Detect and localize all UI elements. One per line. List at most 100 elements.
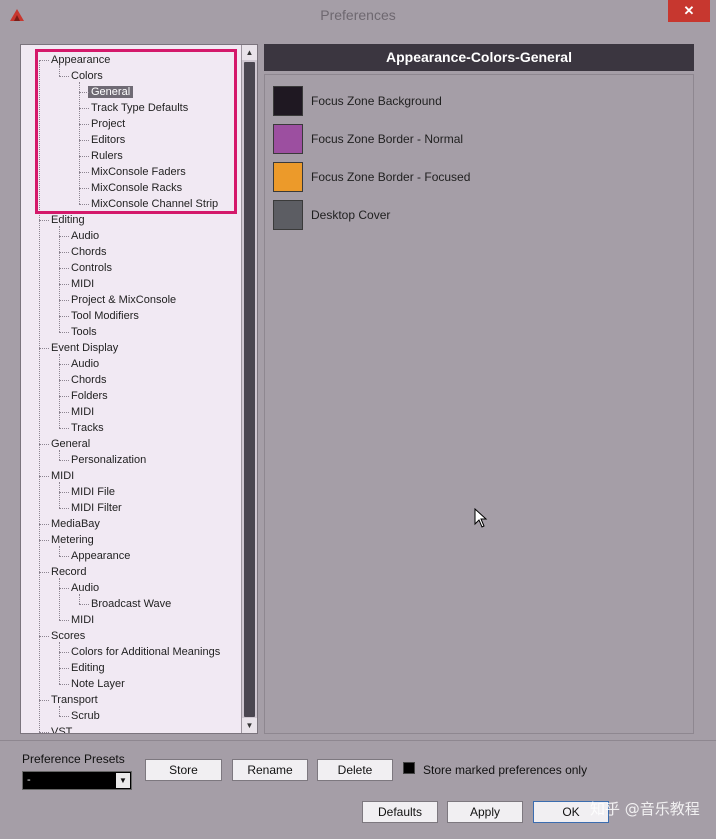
tree-item-label: MIDI xyxy=(51,470,75,482)
tree-connector xyxy=(59,428,69,429)
tree-item-label: General xyxy=(88,86,134,98)
scroll-up-button[interactable]: ▲ xyxy=(242,45,257,60)
defaults-button[interactable]: Defaults xyxy=(362,801,438,823)
tree-item[interactable]: Audio xyxy=(71,356,99,372)
tree-connector xyxy=(59,668,69,669)
tree-item[interactable]: Audio xyxy=(71,580,99,596)
tree-item[interactable]: Colors xyxy=(71,68,103,84)
preferences-tree[interactable]: Appearance Colors General Track Type Defaul… xyxy=(20,44,258,734)
rename-button[interactable]: Rename xyxy=(232,759,308,781)
tree-item[interactable]: MIDI Filter xyxy=(71,500,122,516)
color-label: Focus Zone Border - Focused xyxy=(311,170,471,184)
color-item[interactable]: Focus Zone Border - Normal xyxy=(273,124,463,154)
tree-item[interactable]: General xyxy=(51,436,90,452)
tree-connector xyxy=(39,220,49,221)
scroll-down-button[interactable]: ▼ xyxy=(242,718,257,733)
section-title: Appearance-Colors-General xyxy=(264,44,694,71)
color-swatch[interactable] xyxy=(273,200,303,230)
tree-item[interactable]: Tracks xyxy=(71,420,104,436)
tree-item-label: MIDI Filter xyxy=(71,502,122,514)
tree-connector xyxy=(79,108,89,109)
tree-connector xyxy=(59,284,69,285)
tree-connector xyxy=(59,66,60,76)
apply-button[interactable]: Apply xyxy=(447,801,523,823)
tree-item[interactable]: Track Type Defaults xyxy=(91,100,188,116)
tree-item-label: Chords xyxy=(71,246,107,258)
tree-item[interactable]: MIDI xyxy=(71,612,94,628)
tree-connector xyxy=(39,476,49,477)
tree-item[interactable]: Editing xyxy=(51,212,85,228)
tree-item[interactable]: Broadcast Wave xyxy=(91,596,171,612)
tree-item-label: Colors for Additional Meanings xyxy=(71,646,221,658)
tree-item-label: Rulers xyxy=(91,150,123,162)
tree-connector xyxy=(59,492,69,493)
tree-item[interactable]: MIDI xyxy=(71,404,94,420)
color-swatch[interactable] xyxy=(273,162,303,192)
tree-item[interactable]: General xyxy=(88,84,134,100)
color-item[interactable]: Focus Zone Background xyxy=(273,86,442,116)
preference-presets-select[interactable]: - ▼ xyxy=(22,771,132,790)
tree-connector xyxy=(59,546,60,556)
color-item[interactable]: Desktop Cover xyxy=(273,200,390,230)
tree-item-label: Appearance xyxy=(71,550,131,562)
close-icon: ✕ xyxy=(683,3,695,18)
tree-item[interactable]: Colors for Additional Meanings xyxy=(71,644,220,660)
tree-item[interactable]: Appearance xyxy=(71,548,130,564)
color-swatch[interactable] xyxy=(273,86,303,116)
close-button[interactable]: ✕ xyxy=(668,0,710,22)
tree-item[interactable]: VST xyxy=(51,724,72,733)
tree-item[interactable]: Controls xyxy=(71,260,112,276)
tree-item-label: MediaBay xyxy=(51,518,100,530)
tree-item[interactable]: MIDI xyxy=(71,276,94,292)
tree-item[interactable]: Metering xyxy=(51,532,94,548)
tree-item[interactable]: Editors xyxy=(91,132,125,148)
tree-connector xyxy=(59,226,60,332)
tree-item[interactable]: Project xyxy=(91,116,125,132)
tree-item-label: Record xyxy=(51,566,87,578)
tree-item-label: Project & MixConsole xyxy=(71,294,177,306)
tree-item[interactable]: MediaBay xyxy=(51,516,100,532)
color-item[interactable]: Focus Zone Border - Focused xyxy=(273,162,470,192)
tree-item[interactable]: MixConsole Faders xyxy=(91,164,186,180)
tree-item[interactable]: Audio xyxy=(71,228,99,244)
scroll-thumb[interactable] xyxy=(244,62,255,717)
tree-item[interactable]: Note Layer xyxy=(71,676,125,692)
tree-connector xyxy=(59,380,69,381)
store-button[interactable]: Store xyxy=(145,759,222,781)
watermark: 知乎 @音乐教程 xyxy=(590,800,700,818)
tree-item[interactable]: MixConsole Channel Strip xyxy=(91,196,218,212)
tree-item[interactable]: Chords xyxy=(71,372,106,388)
tree-item[interactable]: Transport xyxy=(51,692,98,708)
tree-item[interactable]: Record xyxy=(51,564,86,580)
tree-item[interactable]: Folders xyxy=(71,388,108,404)
tree-item[interactable]: Event Display xyxy=(51,340,118,356)
tree-item-label: Broadcast Wave xyxy=(91,598,172,610)
color-swatch[interactable] xyxy=(273,124,303,154)
tree-connector xyxy=(79,172,89,173)
tree-item[interactable]: Project & MixConsole xyxy=(71,292,176,308)
tree-item[interactable]: Scores xyxy=(51,628,85,644)
tree-item[interactable]: Tool Modifiers xyxy=(71,308,139,324)
mouse-cursor-icon xyxy=(474,508,488,528)
tree-item-label: Colors xyxy=(71,70,103,82)
tree-item[interactable]: Personalization xyxy=(71,452,146,468)
window-title: Preferences xyxy=(320,7,396,23)
tree-item[interactable]: MIDI xyxy=(51,468,74,484)
tree-item[interactable]: MixConsole Racks xyxy=(91,180,182,196)
tree-item[interactable]: Scrub xyxy=(71,708,100,724)
tree-item[interactable]: Chords xyxy=(71,244,106,260)
store-marked-checkbox[interactable] xyxy=(403,762,415,774)
tree-item-label: Tools xyxy=(71,326,97,338)
tree-item[interactable]: MIDI File xyxy=(71,484,115,500)
tree-item[interactable]: Editing xyxy=(71,660,105,676)
tree-scrollbar[interactable]: ▲ ▼ xyxy=(241,45,257,733)
tree-connector xyxy=(39,348,49,349)
tree-connector xyxy=(39,444,49,445)
chevron-up-icon: ▲ xyxy=(245,48,254,57)
tree-item-label: Chords xyxy=(71,374,107,386)
tree-item[interactable]: Rulers xyxy=(91,148,123,164)
delete-button[interactable]: Delete xyxy=(317,759,393,781)
tree-item[interactable]: Tools xyxy=(71,324,97,340)
tree-connector xyxy=(59,252,69,253)
tree-item-label: MixConsole Racks xyxy=(91,182,183,194)
